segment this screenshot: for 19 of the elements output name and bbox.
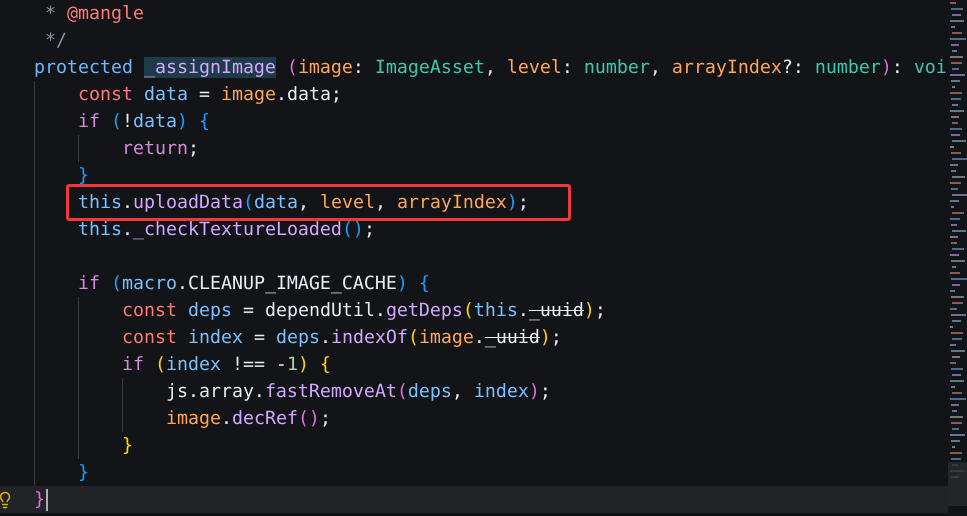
code-line: */ (44, 29, 67, 53)
code-line: js.array.fastRemoveAt(deps, index); (164, 380, 551, 404)
code-line: this.uploadData(data, level, arrayIndex); (76, 191, 529, 215)
text-cursor (46, 488, 48, 510)
code-line: const deps = dependUtil.getDeps(this._uuid); (120, 299, 606, 323)
code-line: } (76, 164, 89, 188)
code-line: const data = image.data; (76, 83, 342, 107)
code-line: image.decRef(); (164, 407, 331, 431)
code-line: } (76, 461, 89, 485)
code-line: if (macro.CLEANUP_IMAGE_CACHE) { (76, 272, 430, 296)
code-line: * @mangle (44, 2, 144, 26)
code-line: protected _assignImage (image: ImageAsset, level: number, arrayIndex?: number): voi (34, 56, 947, 80)
code-line: } (34, 488, 45, 512)
code-line: if (index !== -1) { (120, 353, 331, 377)
code-line: this._checkTextureLoaded(); (76, 218, 375, 242)
code-line: if (!data) { (76, 110, 210, 134)
code-line: } (120, 434, 133, 458)
code-line: const index = deps.indexOf(image._uuid); (120, 326, 562, 350)
code-line: return; (120, 137, 199, 161)
